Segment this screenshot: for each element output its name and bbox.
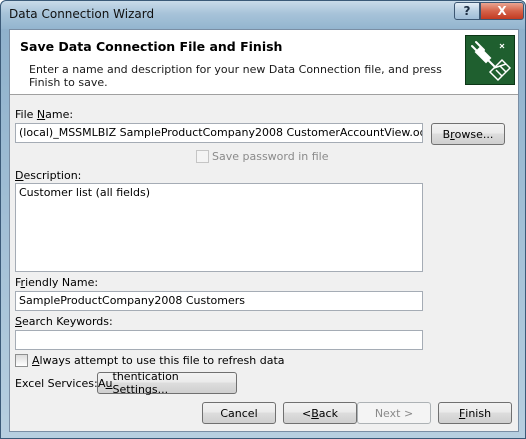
search-keywords-label: Search Keywords: xyxy=(15,315,113,328)
description-label: Description: xyxy=(15,169,82,182)
finish-button[interactable]: Finish xyxy=(438,402,512,424)
save-password-label: Save password in file xyxy=(212,150,329,163)
excel-services-label: Excel Services: xyxy=(15,377,98,390)
data-connection-wizard-window: Data Connection Wizard ? X Save Data Con… xyxy=(0,0,526,439)
data-connection-wizard-icon xyxy=(465,35,515,85)
dialog-body: Save Data Connection File and Finish Ent… xyxy=(9,29,519,432)
page-description: Enter a name and description for your ne… xyxy=(29,63,442,89)
back-button[interactable]: < Back xyxy=(283,402,357,424)
save-password-checkbox[interactable] xyxy=(196,150,209,163)
friendly-name-field[interactable]: SampleProductCompany2008 Customers xyxy=(15,291,423,311)
close-button[interactable]: X xyxy=(480,2,524,20)
cancel-button[interactable]: Cancel xyxy=(202,402,276,424)
browse-button[interactable]: Br owse... xyxy=(431,123,505,145)
friendly-name-value: SampleProductCompany2008 Customers xyxy=(19,294,245,307)
description-value: Customer list (all fields) xyxy=(19,186,150,199)
always-refresh-checkbox[interactable] xyxy=(15,354,28,367)
friendly-name-label: Friendly Name: xyxy=(15,276,99,289)
window-title: Data Connection Wizard xyxy=(9,7,155,21)
title-bar[interactable]: Data Connection Wizard ? X xyxy=(1,1,525,29)
file-name-field[interactable]: (local)_MSSMLBIZ SampleProductCompany200… xyxy=(15,123,423,143)
page-title: Save Data Connection File and Finish xyxy=(20,39,283,54)
always-refresh-label[interactable]: Always attempt to use this file to refre… xyxy=(32,354,285,367)
wizard-header: Save Data Connection File and Finish Ent… xyxy=(10,30,518,95)
help-icon: ? xyxy=(463,4,471,18)
next-button[interactable]: Next > xyxy=(357,402,431,424)
search-keywords-field[interactable] xyxy=(15,330,423,350)
authentication-settings-button[interactable]: Au thentication Settings... xyxy=(97,370,237,396)
description-field[interactable]: Customer list (all fields) xyxy=(15,183,423,272)
file-name-value: (local)_MSSMLBIZ SampleProductCompany200… xyxy=(19,126,423,139)
close-icon: X xyxy=(497,4,507,18)
file-name-label: File Name: xyxy=(15,108,74,121)
help-button[interactable]: ? xyxy=(454,2,480,20)
